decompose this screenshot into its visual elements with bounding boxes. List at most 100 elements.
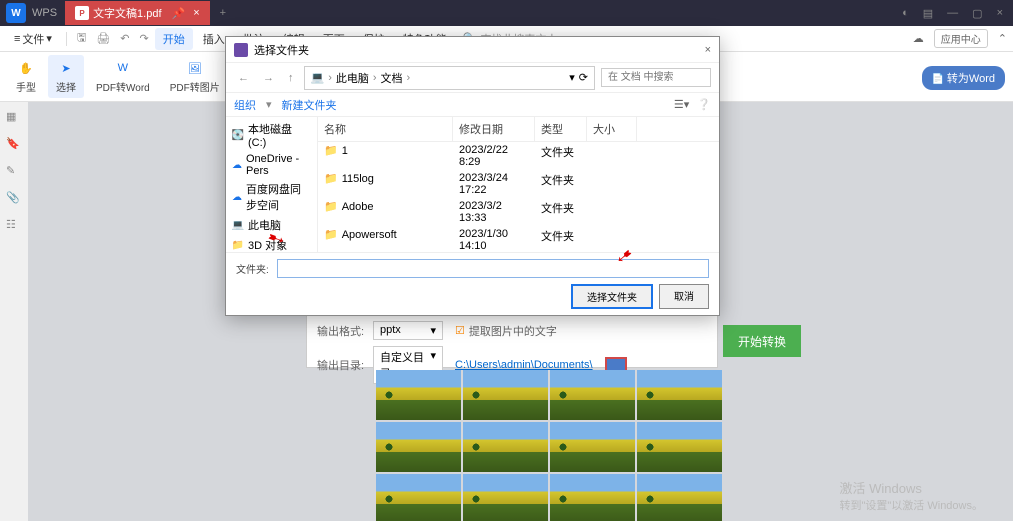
refresh-icon[interactable]: ⟳	[579, 71, 588, 84]
menu-icon[interactable]: ▤	[923, 7, 933, 20]
quick-print-icon[interactable]: 🖨	[92, 32, 114, 45]
conversion-panel: 输出格式: pptx▾ ☑提取图片中的文字 输出目录: 自定义目录▾ C:\Us…	[306, 314, 718, 368]
col-size[interactable]: 大小	[587, 117, 637, 141]
thumbnail	[376, 474, 461, 521]
redo-icon[interactable]: ↷	[136, 32, 153, 45]
user-icon[interactable]: ◐	[902, 7, 909, 20]
thumbnail	[637, 370, 722, 420]
list-item[interactable]: 📁Apowersoft2023/1/30 14:10文件夹	[318, 226, 719, 252]
nav-up-icon[interactable]: ↑	[284, 70, 298, 86]
pc-icon: 💻	[311, 71, 325, 84]
side-comment-icon[interactable]: ✎	[6, 164, 22, 177]
tab-close-icon[interactable]: ×	[193, 7, 199, 19]
maximize-icon[interactable]: ▢	[972, 7, 982, 20]
tree-item[interactable]: ☁百度网盘同步空间	[226, 179, 317, 215]
col-type[interactable]: 类型	[535, 117, 587, 141]
folder-icon: 📁	[232, 239, 244, 251]
col-date[interactable]: 修改日期	[453, 117, 535, 141]
drive-icon: 💽	[232, 129, 244, 141]
thumbnail	[463, 370, 548, 420]
folder-tree[interactable]: 💽本地磁盘 (C:)☁OneDrive - Pers☁百度网盘同步空间💻此电脑📁…	[226, 117, 318, 252]
nav-forward-icon[interactable]: →	[259, 70, 278, 86]
new-folder-button[interactable]: 新建文件夹	[282, 97, 337, 113]
thumbnail	[463, 474, 548, 521]
collapse-icon[interactable]: ⌃	[998, 32, 1007, 45]
tool-select[interactable]: ➤选择	[48, 55, 84, 98]
undo-icon[interactable]: ↶	[116, 32, 133, 45]
cloud-icon[interactable]: ☁	[913, 32, 924, 45]
pin-icon[interactable]: 📌	[172, 7, 186, 20]
tab-label: 文字文稿1.pdf	[93, 5, 161, 21]
cursor-icon: ➤	[57, 59, 75, 77]
breadcrumb[interactable]: 💻 › 此电脑 › 文档 › ▾ ⟳	[304, 66, 596, 90]
list-item[interactable]: 📁115log2023/3/24 17:22文件夹	[318, 170, 719, 198]
menu-file[interactable]: ≡ 文件 ▾	[6, 28, 60, 50]
thumbnail	[550, 422, 635, 472]
nav-back-icon[interactable]: ←	[234, 70, 253, 86]
thumbnail	[637, 422, 722, 472]
side-thumbnail-icon[interactable]: ▦	[6, 110, 22, 123]
list-item[interactable]: 📁12023/2/22 8:29文件夹	[318, 142, 719, 170]
folder-name-label: 文件夹:	[236, 261, 269, 276]
tool-pdf2img[interactable]: 🖼PDF转图片	[162, 55, 228, 98]
add-tab-button[interactable]: +	[210, 7, 236, 19]
minimize-icon[interactable]: —	[947, 7, 958, 20]
folder-picker-dialog: 选择文件夹 × ← → ↑ 💻 › 此电脑 › 文档 › ▾ ⟳ 组织 ▾ 新建文…	[225, 36, 720, 316]
folder-icon: 📁	[324, 229, 338, 241]
side-layers-icon[interactable]: ☷	[6, 218, 22, 231]
format-select[interactable]: pptx▾	[373, 321, 443, 340]
document-tab[interactable]: P 文字文稿1.pdf 📌 ×	[65, 1, 210, 25]
thumbnail	[550, 474, 635, 521]
app-center-button[interactable]: 应用中心	[934, 29, 988, 48]
col-name[interactable]: 名称	[318, 117, 453, 141]
word-icon: W	[114, 59, 132, 77]
tree-item[interactable]: ☁OneDrive - Pers	[226, 151, 317, 179]
tree-item[interactable]: 📁3D 对象	[226, 235, 317, 252]
dialog-search-input[interactable]	[601, 68, 711, 87]
folder-icon: 📁	[324, 145, 338, 157]
thumbnail	[550, 370, 635, 420]
tool-pdf2word[interactable]: WPDF转Word	[88, 55, 158, 98]
cancel-button[interactable]: 取消	[659, 284, 709, 309]
hand-icon: ✋	[17, 59, 35, 77]
select-folder-button[interactable]: 选择文件夹	[571, 284, 653, 309]
cloud-icon: ☁	[232, 191, 242, 203]
image-grid	[376, 370, 722, 521]
organize-menu[interactable]: 组织	[234, 97, 256, 113]
chevron-down-icon[interactable]: ▾	[569, 71, 575, 84]
dialog-title: 选择文件夹	[254, 42, 309, 58]
tree-item[interactable]: 💻此电脑	[226, 215, 317, 235]
thumbnail	[463, 422, 548, 472]
menu-start[interactable]: 开始	[155, 28, 193, 50]
quick-save-icon[interactable]: 🖫	[73, 29, 90, 48]
dialog-close-icon[interactable]: ×	[705, 44, 711, 56]
folder-list[interactable]: 名称 修改日期 类型 大小 📁12023/2/22 8:29文件夹📁115log…	[318, 117, 719, 252]
folder-icon: 📁	[324, 173, 338, 185]
start-convert-button[interactable]: 开始转换	[723, 325, 801, 357]
chevron-down-icon: ▾	[430, 324, 436, 337]
convert-to-word-button[interactable]: 📄 转为Word	[922, 66, 1005, 90]
folder-name-input[interactable]	[277, 259, 709, 278]
app-name: WPS	[32, 7, 57, 19]
image-icon: 🖼	[186, 59, 204, 77]
list-item[interactable]: 📁Adobe2023/3/2 13:33文件夹	[318, 198, 719, 226]
tool-hand[interactable]: ✋手型	[8, 55, 44, 98]
tree-item[interactable]: 💽本地磁盘 (C:)	[226, 119, 317, 151]
dir-label: 输出目录:	[317, 357, 365, 373]
wps-logo: W	[6, 3, 26, 23]
extract-text-checkbox[interactable]: ☑提取图片中的文字	[455, 323, 557, 339]
dialog-icon	[234, 43, 248, 57]
side-attach-icon[interactable]: 📎	[6, 191, 22, 204]
pdf-icon: P	[75, 6, 89, 20]
format-label: 输出格式:	[317, 323, 365, 339]
folder-icon: 📁	[324, 201, 338, 213]
thumbnail	[637, 474, 722, 521]
pc-icon: 💻	[232, 219, 244, 231]
close-icon[interactable]: ×	[997, 7, 1003, 20]
thumbnail	[376, 370, 461, 420]
view-mode-icon[interactable]: ☰▾	[674, 98, 689, 111]
side-bookmark-icon[interactable]: 🔖	[6, 137, 22, 150]
separator	[66, 32, 67, 46]
help-icon[interactable]: ❔	[697, 98, 711, 111]
cloud-icon: ☁	[232, 159, 242, 171]
